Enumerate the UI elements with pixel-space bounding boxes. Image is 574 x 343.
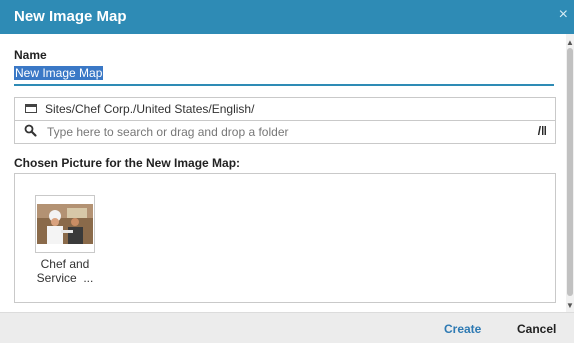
folder-path-row[interactable]: Sites/Chef Corp./United States/English/ (15, 98, 555, 121)
scrollbar-thumb[interactable] (567, 48, 573, 296)
folder-path: Sites/Chef Corp./United States/English/ (45, 102, 255, 116)
picture-caption-line1: Chef and (40, 257, 90, 271)
name-input-value[interactable]: New Image Map (14, 66, 104, 80)
name-label: Name (14, 48, 47, 62)
folder-search-row[interactable]: Type here to search or drag and drop a f… (15, 121, 555, 143)
content-scrollbar[interactable]: ▲ ▼ (566, 34, 574, 312)
dialog-title: New Image Map (14, 8, 127, 25)
close-icon[interactable]: × (559, 6, 568, 24)
name-input[interactable]: New Image Map (14, 64, 554, 86)
folder-browse-icon[interactable]: /‖ (538, 124, 547, 138)
scroll-down-icon[interactable]: ▼ (566, 301, 574, 310)
scroll-up-icon[interactable]: ▲ (566, 38, 574, 47)
picture-label: Chosen Picture for the New Image Map: (14, 156, 241, 170)
folder-search-input[interactable]: Type here to search or drag and drop a f… (47, 125, 288, 139)
picture-caption-line2: Service ... (36, 271, 94, 285)
picture-caption: Chef and Service ... (29, 257, 101, 285)
folder-picker: Sites/Chef Corp./United States/English/ … (14, 97, 556, 144)
search-icon (24, 124, 37, 137)
create-button[interactable]: Create (444, 322, 481, 336)
dialog-title-bar: New Image Map × (0, 0, 574, 34)
dialog-footer: Create Cancel (0, 312, 574, 343)
picture-thumbnail[interactable] (35, 195, 95, 253)
cancel-button[interactable]: Cancel (517, 322, 556, 336)
folder-icon (25, 104, 37, 113)
chef-image (37, 204, 93, 244)
picture-panel: Chef and Service ... (14, 173, 556, 303)
dialog-content: Name New Image Map Sites/Chef Corp./Unit… (0, 34, 566, 312)
